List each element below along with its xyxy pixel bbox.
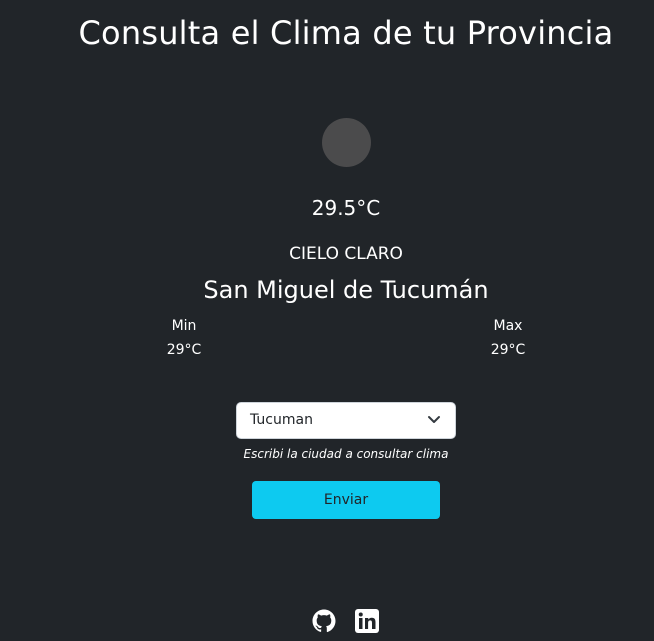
city-hint: Escribi la ciudad a consultar clima (243, 447, 449, 461)
city-name: San Miguel de Tucumán (203, 276, 489, 304)
submit-button[interactable]: Enviar (252, 481, 440, 519)
min-label: Min (171, 318, 197, 334)
city-select[interactable]: Tucuman (236, 402, 456, 439)
linkedin-icon[interactable] (355, 609, 379, 633)
page-title: Consulta el Clima de tu Provincia (78, 14, 614, 52)
city-select-value: Tucuman (250, 412, 313, 428)
max-label: Max (493, 318, 523, 334)
github-icon[interactable] (312, 609, 336, 633)
weather-condition-icon (322, 118, 371, 167)
min-temperature: 29°C (166, 342, 202, 358)
weather-description: CIELO CLARO (289, 244, 403, 264)
max-temperature: 29°C (490, 342, 526, 358)
temperature: 29.5°C (311, 196, 381, 220)
chevron-down-icon (428, 416, 440, 423)
